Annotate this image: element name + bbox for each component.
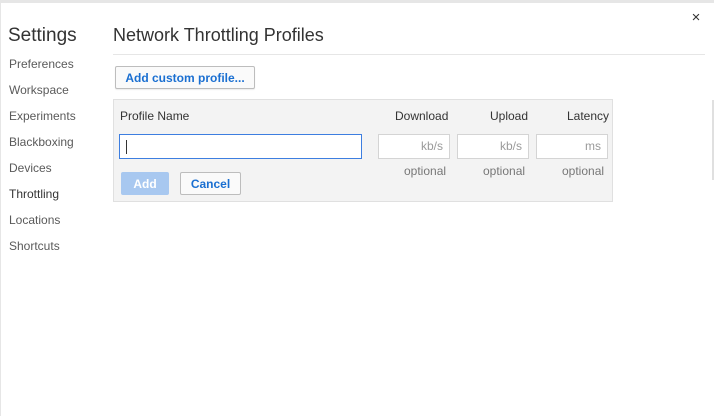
column-header-download: Download [395,109,449,123]
latency-input[interactable]: ms [536,134,608,159]
download-input[interactable]: kb/s [378,134,450,159]
profile-name-input[interactable] [119,134,362,159]
sidebar-item-throttling[interactable]: Throttling [9,186,76,212]
sidebar-item-devices[interactable]: Devices [9,160,76,186]
sidebar-item-experiments[interactable]: Experiments [9,108,76,134]
sidebar-title: Settings [8,25,77,46]
download-optional-hint: optional [404,164,447,178]
upload-input[interactable]: kb/s [457,134,529,159]
title-divider [113,54,705,55]
sidebar-item-locations[interactable]: Locations [9,212,76,238]
cancel-button[interactable]: Cancel [180,172,241,195]
sidebar-item-blackboxing[interactable]: Blackboxing [9,134,76,160]
text-caret [126,140,127,154]
dialog-left-border [0,0,1,416]
sidebar-nav: Preferences Workspace Experiments Blackb… [9,56,76,264]
column-header-upload: Upload [490,109,529,123]
latency-optional-hint: optional [562,164,605,178]
add-button[interactable]: Add [121,172,169,195]
profile-editor: Profile Name Download Upload Latency kb/… [113,99,613,202]
upload-optional-hint: optional [483,164,526,178]
settings-dialog: × Settings Preferences Workspace Experim… [0,0,714,416]
page-title: Network Throttling Profiles [113,25,324,45]
sidebar-item-shortcuts[interactable]: Shortcuts [9,238,76,264]
close-icon[interactable]: × [688,10,704,26]
add-custom-profile-button[interactable]: Add custom profile... [115,66,255,89]
column-header-latency: Latency [567,109,610,123]
dialog-top-border [0,0,714,3]
sidebar-item-workspace[interactable]: Workspace [9,82,76,108]
column-header-profile-name: Profile Name [120,109,190,123]
sidebar-item-preferences[interactable]: Preferences [9,56,76,82]
